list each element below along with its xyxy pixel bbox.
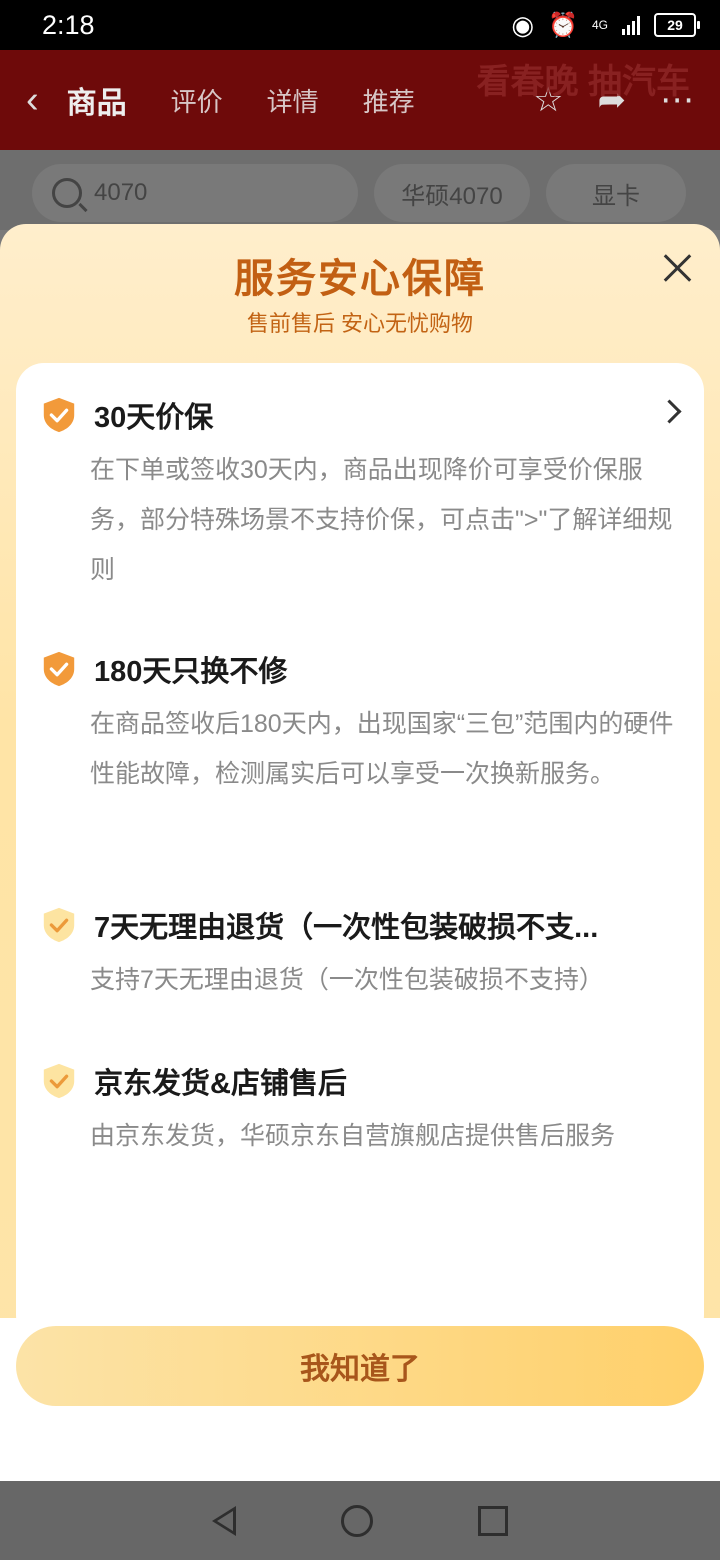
guarantee-item-label: 7天无理由退货（一次性包装破损不支... xyxy=(94,912,599,944)
tab-product[interactable]: 商品 xyxy=(67,78,127,122)
tab-recommend[interactable]: 推荐 xyxy=(363,82,415,119)
sheet-title: 服务安心保障 xyxy=(234,257,486,301)
guarantee-item-desc: 在商品签收后180天内，出现国家“三包”范围内的硬件性能故障，检测属实后可以享受… xyxy=(90,710,674,788)
chevron-right-icon[interactable] xyxy=(657,399,682,424)
guarantee-item-label: 30天价保 xyxy=(94,402,214,434)
app-header: 看春晚 抽汽车 ‹ 商品 评价 详情 推荐 ☆ ➦ ⋯ xyxy=(0,50,720,150)
shield-check-icon xyxy=(43,907,75,943)
sheet-subtitle: 售前售后 安心无忧购物 xyxy=(246,311,474,336)
service-guarantee-sheet: 服务安心保障 售前售后 安心无忧购物 30天价保 在下单或签收30天内，商品出现… xyxy=(0,224,720,1481)
status-bar: 2:18 ◉ ⏰ 4G 29 xyxy=(0,0,720,50)
battery-icon: 29 xyxy=(654,13,700,37)
guarantee-item-label: 180天只换不修 xyxy=(94,656,288,688)
nav-recents-icon[interactable] xyxy=(477,1505,508,1536)
guarantee-item-desc: 在下单或签收30天内，商品出现降价可享受价保服务，部分特殊场景不支持价保，可点击… xyxy=(90,456,673,584)
back-arrow-icon[interactable]: ‹ xyxy=(26,81,39,119)
shield-check-icon xyxy=(43,397,75,433)
header-decoration-text: 看春晚 抽汽车 xyxy=(476,63,690,101)
suggestion-chip[interactable]: 显卡 xyxy=(546,164,686,222)
shield-check-icon xyxy=(43,1063,75,1099)
suggestion-chip[interactable]: 华硕4070 xyxy=(374,164,530,222)
alarm-icon: ⏰ xyxy=(548,11,578,39)
close-icon[interactable] xyxy=(662,252,694,284)
search-input[interactable]: 4070 xyxy=(32,164,358,222)
guarantee-item-desc: 由京东发货，华硕京东自营旗舰店提供售后服务 xyxy=(90,1122,616,1150)
tab-details[interactable]: 详情 xyxy=(267,82,319,119)
battery-level: 29 xyxy=(667,17,683,33)
signal-icon xyxy=(622,15,640,35)
guarantee-card: 30天价保 在下单或签收30天内，商品出现降价可享受价保服务，部分特殊场景不支持… xyxy=(16,363,704,1343)
sheet-footer: 我知道了 xyxy=(0,1318,720,1481)
confirm-button[interactable]: 我知道了 xyxy=(16,1326,704,1406)
tab-reviews[interactable]: 评价 xyxy=(171,82,223,119)
search-icon xyxy=(52,178,82,208)
search-row: 4070 华硕4070 显卡 xyxy=(0,150,720,230)
guarantee-item-desc: 支持7天无理由退货（一次性包装破损不支持） xyxy=(90,966,604,994)
nav-home-icon[interactable] xyxy=(340,1504,373,1537)
guarantee-item-label: 京东发货&店铺售后 xyxy=(94,1068,347,1100)
nav-back-icon[interactable] xyxy=(212,1505,237,1536)
shield-check-icon xyxy=(43,651,75,687)
system-nav-bar xyxy=(0,1481,720,1560)
eye-icon: ◉ xyxy=(511,9,535,40)
status-time: 2:18 xyxy=(42,9,95,40)
search-query: 4070 xyxy=(94,179,148,206)
network-label: 4G xyxy=(591,18,608,32)
